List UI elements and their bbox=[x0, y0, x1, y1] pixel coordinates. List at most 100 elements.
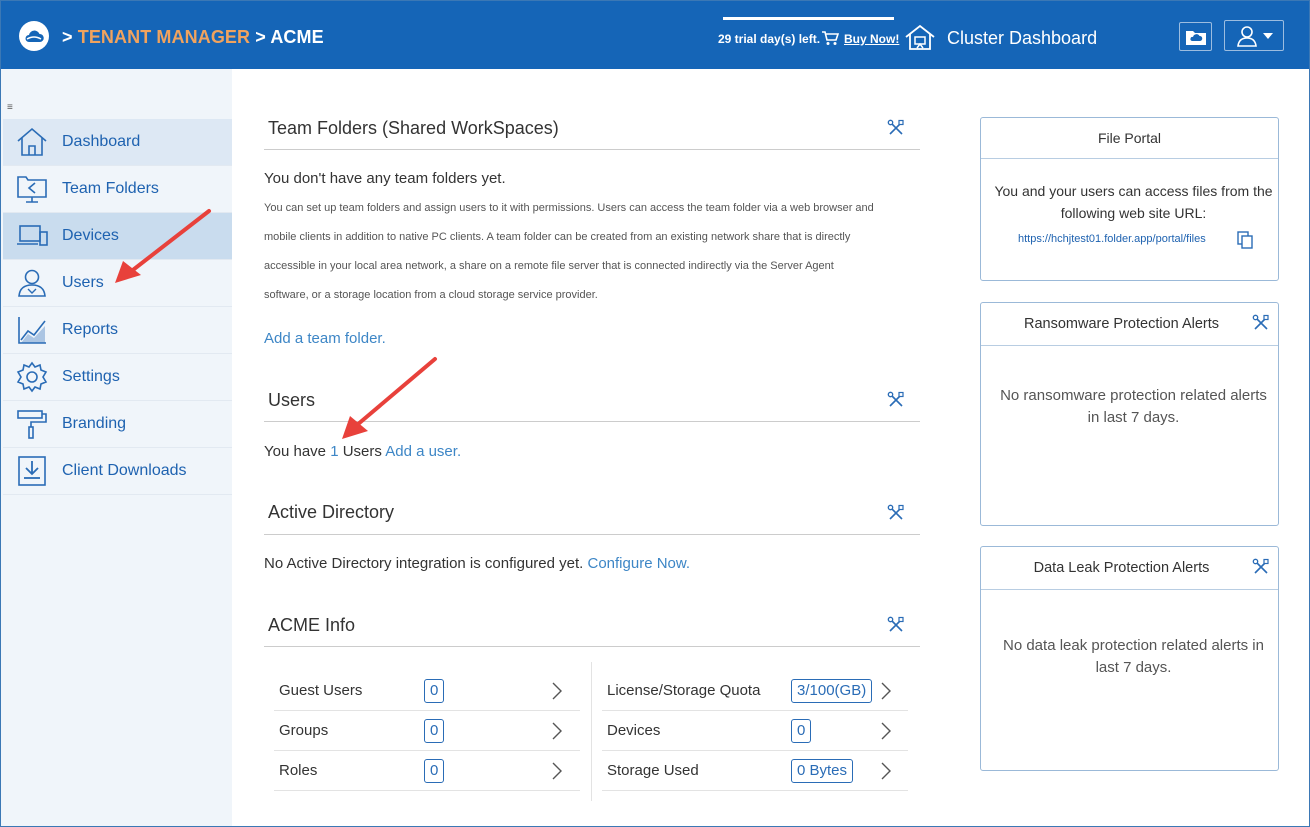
chevron-right-icon[interactable] bbox=[552, 762, 562, 780]
gear-icon bbox=[16, 361, 48, 393]
users-title: Users bbox=[268, 390, 316, 410]
count-badge: 0 bbox=[791, 719, 812, 743]
sidebar-item-team-folders[interactable]: Team Folders bbox=[3, 166, 232, 213]
active-directory-title: Active Directory bbox=[268, 502, 395, 522]
divider bbox=[264, 149, 920, 150]
count-badge: 3/100(GB) bbox=[791, 679, 873, 703]
active-directory-text: No Active Directory integration is confi… bbox=[264, 555, 690, 572]
file-portal-line: You and your users can access files from… bbox=[994, 183, 1273, 199]
settings-tools-icon[interactable] bbox=[1252, 314, 1270, 332]
breadcrumb-separator: > bbox=[255, 27, 266, 47]
collapse-sidebar-icon[interactable]: ≡ bbox=[7, 102, 13, 113]
settings-tools-icon[interactable] bbox=[1252, 558, 1270, 576]
sidebar-item-settings[interactable]: Settings bbox=[3, 354, 232, 401]
app-window: > TENANT MANAGER > ACME 29 trial day(s) … bbox=[0, 0, 1310, 827]
buy-now-link[interactable]: Buy Now! bbox=[844, 32, 899, 46]
info-row-guest-users[interactable]: Guest Users 0 bbox=[274, 671, 580, 711]
alert-line: No data leak protection related alerts i… bbox=[1003, 637, 1264, 654]
chevron-right-icon[interactable] bbox=[881, 762, 891, 780]
user-menu-button[interactable] bbox=[1224, 20, 1284, 51]
chevron-right-icon[interactable] bbox=[881, 682, 891, 700]
info-label: License/Storage Quota bbox=[607, 682, 761, 699]
chevron-right-icon[interactable] bbox=[552, 682, 562, 700]
sidebar-item-dashboard[interactable]: Dashboard bbox=[3, 119, 232, 166]
settings-tools-icon[interactable] bbox=[887, 504, 905, 522]
sidebar-item-label: Devices bbox=[62, 227, 119, 244]
chevron-right-icon[interactable] bbox=[881, 722, 891, 740]
sidebar-item-label: Branding bbox=[62, 415, 127, 432]
paint-roller-icon bbox=[17, 410, 47, 439]
description-line: You can set up team folders and assign u… bbox=[264, 202, 874, 214]
info-row-storage-used[interactable]: Storage Used 0 Bytes bbox=[602, 751, 908, 791]
cluster-dashboard-link[interactable]: Cluster Dashboard bbox=[947, 28, 1097, 49]
sidebar-item-label: Client Downloads bbox=[62, 462, 187, 479]
alert-line: in last 7 days. bbox=[1087, 409, 1180, 426]
card-title: File Portal bbox=[1097, 130, 1162, 146]
divider bbox=[981, 345, 1278, 346]
sidebar-item-users[interactable]: Users bbox=[3, 260, 232, 307]
chevron-down-icon bbox=[1262, 32, 1273, 39]
chevron-right-icon[interactable] bbox=[552, 722, 562, 740]
count-badge: 0 Bytes bbox=[791, 759, 854, 783]
devices-icon bbox=[17, 225, 48, 246]
users-count-link[interactable]: 1 bbox=[330, 443, 338, 460]
count-badge: 0 bbox=[424, 719, 445, 743]
portal-url-link[interactable]: https://hchjtest01.folder.app/portal/fil… bbox=[1018, 233, 1206, 245]
users-summary-prefix: You have bbox=[264, 443, 327, 460]
data-leak-alerts-card: Data Leak Protection Alerts No data leak… bbox=[980, 546, 1279, 771]
configure-now-link[interactable]: Configure Now. bbox=[588, 555, 691, 572]
breadcrumb-tenant-manager[interactable]: TENANT MANAGER bbox=[78, 27, 250, 47]
copy-icon[interactable] bbox=[1237, 231, 1253, 249]
add-team-folder-link[interactable]: Add a team folder. bbox=[264, 330, 386, 347]
info-label: Storage Used bbox=[607, 762, 699, 779]
sidebar-nav: Dashboard Team Folders Devices Users Rep… bbox=[3, 119, 232, 495]
add-user-link[interactable]: Add a user. bbox=[385, 443, 461, 460]
divider bbox=[981, 589, 1278, 590]
active-directory-status: No Active Directory integration is confi… bbox=[264, 555, 584, 572]
card-title: Data Leak Protection Alerts bbox=[1033, 560, 1210, 576]
count-badge: 0 bbox=[424, 679, 445, 703]
sidebar-item-label: Team Folders bbox=[62, 180, 159, 197]
card-title: Ransomware Protection Alerts bbox=[1023, 316, 1220, 332]
cart-icon[interactable] bbox=[821, 30, 839, 46]
user-icon bbox=[1236, 25, 1257, 47]
sidebar-item-reports[interactable]: Reports bbox=[3, 307, 232, 354]
reports-icon bbox=[18, 317, 46, 344]
info-label: Groups bbox=[279, 722, 329, 739]
description-line: software, or a storage location from a c… bbox=[264, 289, 598, 301]
users-summary-suffix: Users bbox=[342, 443, 382, 460]
settings-tools-icon[interactable] bbox=[887, 391, 905, 409]
info-row-groups[interactable]: Groups 0 bbox=[274, 711, 580, 751]
description-line: mobile clients in addition to native PC … bbox=[264, 231, 851, 243]
trial-progress-bar bbox=[723, 17, 894, 20]
team-folders-title: Team Folders (Shared WorkSpaces) bbox=[268, 118, 559, 138]
cluster-home-icon[interactable] bbox=[903, 23, 937, 51]
ransomware-alerts-text: No ransomware protection related alerts … bbox=[991, 385, 1276, 429]
sidebar-item-devices[interactable]: Devices bbox=[3, 213, 232, 260]
divider bbox=[981, 158, 1278, 159]
info-label: Roles bbox=[279, 762, 318, 779]
folder-button[interactable] bbox=[1179, 22, 1212, 51]
info-row-roles[interactable]: Roles 0 bbox=[274, 751, 580, 791]
file-portal-line: following web site URL: bbox=[1060, 205, 1207, 221]
breadcrumb-separator: > bbox=[62, 27, 73, 47]
settings-tools-icon[interactable] bbox=[887, 119, 905, 137]
trial-days-text: 29 trial day(s) left. bbox=[718, 32, 821, 46]
divider bbox=[264, 534, 920, 535]
sidebar-item-branding[interactable]: Branding bbox=[3, 401, 232, 448]
file-portal-card: File Portal You and your users can acces… bbox=[980, 117, 1279, 281]
sidebar-item-client-downloads[interactable]: Client Downloads bbox=[3, 448, 232, 495]
description-line: accessible in your local area network, a… bbox=[264, 260, 834, 272]
info-title: ACME Info bbox=[268, 615, 356, 635]
info-row-license-quota[interactable]: License/Storage Quota 3/100(GB) bbox=[602, 671, 908, 711]
cloud-logo-icon[interactable] bbox=[19, 21, 49, 51]
top-bar: > TENANT MANAGER > ACME 29 trial day(s) … bbox=[1, 1, 1309, 69]
users-summary: You have 1 Users Add a user. bbox=[264, 443, 461, 460]
settings-tools-icon[interactable] bbox=[887, 616, 905, 634]
data-leak-alerts-text: No data leak protection related alerts i… bbox=[991, 635, 1276, 679]
cloud-folder-icon bbox=[1185, 30, 1206, 45]
download-icon bbox=[18, 456, 46, 486]
info-row-devices[interactable]: Devices 0 bbox=[602, 711, 908, 751]
breadcrumb: > TENANT MANAGER > ACME bbox=[62, 27, 324, 48]
sidebar-item-label: Users bbox=[62, 274, 104, 291]
